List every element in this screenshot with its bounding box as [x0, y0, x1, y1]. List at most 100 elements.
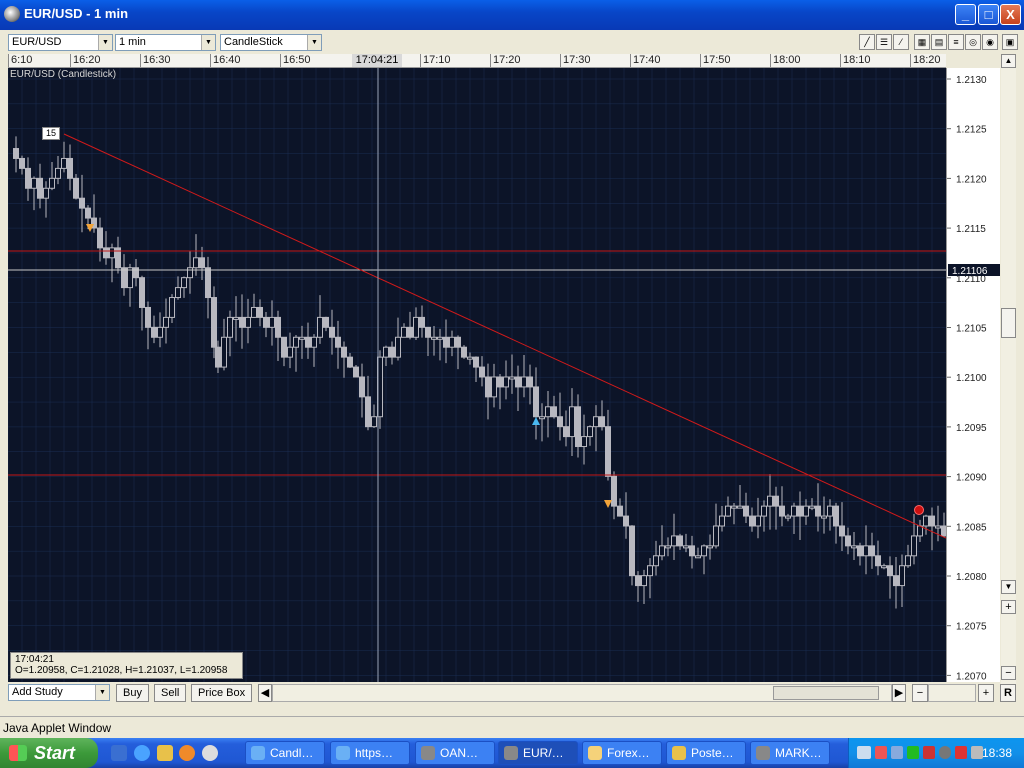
settings-icon[interactable]: ▣ — [1002, 34, 1018, 50]
start-button[interactable]: Start — [0, 738, 98, 768]
candle-body — [725, 505, 731, 517]
network-icon[interactable] — [857, 746, 871, 759]
candle-body — [257, 306, 263, 318]
internet-explorer-icon[interactable] — [134, 745, 150, 761]
add-study-select[interactable]: Add Study ▼ — [8, 684, 110, 701]
candle-body — [19, 157, 25, 169]
taskbar-task[interactable]: Poste… — [666, 741, 746, 765]
sell-button[interactable]: Sell — [154, 684, 187, 702]
antivirus-icon[interactable] — [955, 746, 967, 759]
candle-body — [419, 316, 425, 328]
zoom-plus-icon[interactable]: + — [1001, 600, 1016, 614]
taskbar-task[interactable]: https… — [330, 741, 410, 765]
taskbar-task[interactable]: Forex… — [582, 741, 662, 765]
candle-body — [467, 356, 473, 360]
time-axis: 17:04:21 6:10 16:20 16:30 16:40 16:50 17:10 17… — [8, 54, 946, 68]
time-tick — [8, 54, 9, 67]
firefox-icon[interactable] — [179, 745, 195, 761]
display-icon[interactable] — [891, 746, 903, 759]
candle-body — [833, 505, 839, 527]
window-titlebar[interactable]: EUR/USD - 1 min _ □ X — [0, 0, 1024, 30]
java-icon[interactable] — [875, 746, 887, 759]
time-label: 6:10 — [11, 54, 33, 66]
taskbar-task[interactable]: EUR/… — [498, 741, 578, 765]
scroll-down-icon[interactable]: ▼ — [1001, 580, 1016, 594]
table-tool-icon[interactable]: ▤ — [931, 34, 947, 50]
candlestick-chart[interactable]: EUR/USD (Candlestick) 15 17:04:21 O=1.20… — [7, 68, 947, 682]
price-axis: 1.2130 1.2125 1.2120 1.2115 1.2110 1.2105 1.21… — [946, 68, 1000, 682]
current-price-label: 1.21106 — [952, 266, 988, 277]
list-tool-icon[interactable]: ≡ — [948, 34, 964, 50]
taskbar-task[interactable]: Candl… — [245, 741, 325, 765]
media-player-icon[interactable] — [202, 745, 218, 761]
candle-body — [169, 297, 175, 318]
task-label: Forex… — [607, 746, 650, 760]
candle-body — [575, 406, 581, 448]
chevron-down-icon[interactable]: ▼ — [201, 35, 215, 50]
candle-body — [503, 376, 509, 388]
candle-body — [863, 545, 869, 557]
candle-body — [43, 187, 49, 199]
maximize-button[interactable]: □ — [978, 4, 999, 25]
monitor-icon[interactable] — [907, 746, 919, 759]
chevron-down-icon[interactable]: ▼ — [98, 35, 112, 50]
candle-body — [139, 277, 145, 308]
candle-body — [881, 565, 887, 569]
chart-type-select[interactable]: CandleStick ▼ — [220, 34, 322, 51]
zoom-minus-icon[interactable]: − — [1001, 666, 1016, 680]
candle-body — [437, 336, 443, 340]
minimize-button[interactable]: _ — [955, 4, 976, 25]
zoom-in-time-icon[interactable]: + — [978, 684, 994, 702]
candle-body — [641, 575, 647, 587]
chevron-down-icon[interactable]: ▼ — [95, 685, 109, 700]
task-app-icon — [672, 746, 686, 760]
buy-button[interactable]: Buy — [116, 684, 149, 702]
trendline-label[interactable]: 15 — [42, 127, 60, 140]
taskbar-task[interactable]: OAN… — [415, 741, 495, 765]
reset-icon[interactable]: R — [1000, 684, 1016, 702]
time-label: 17:10 — [423, 54, 451, 66]
task-app-icon — [421, 746, 435, 760]
taskbar-task[interactable]: MARK… — [750, 741, 830, 765]
zoom-slider[interactable] — [928, 684, 976, 702]
candle-body — [707, 545, 713, 549]
candle-body — [569, 406, 575, 438]
candle-body — [551, 406, 557, 418]
messenger-icon[interactable] — [157, 745, 173, 761]
close-button[interactable]: X — [1000, 4, 1021, 25]
candle-body — [251, 306, 257, 318]
zoom-in-icon[interactable]: ◎ — [965, 34, 981, 50]
symbol-select[interactable]: EUR/USD ▼ — [8, 34, 113, 51]
price-label: 1.2070 — [956, 671, 987, 682]
security-icon[interactable] — [939, 746, 951, 759]
horizontal-line-tool-icon[interactable]: ☰ — [876, 34, 892, 50]
candle-body — [151, 326, 157, 338]
sell-signal-marker — [604, 500, 612, 508]
candle-body — [869, 545, 875, 557]
interval-select[interactable]: 1 min ▼ — [115, 34, 216, 51]
horizontal-scrollbar[interactable] — [272, 684, 892, 702]
horizontal-scroll-thumb[interactable] — [773, 686, 879, 700]
candle-body — [317, 316, 323, 338]
candle-body — [737, 505, 743, 509]
zoom-out-icon[interactable]: ◉ — [982, 34, 998, 50]
scroll-up-icon[interactable]: ▲ — [1001, 54, 1016, 68]
price-box-button[interactable]: Price Box — [191, 684, 253, 702]
candle-body — [689, 545, 695, 557]
chevron-down-icon[interactable]: ▼ — [307, 35, 321, 50]
zoom-out-time-icon[interactable]: − — [912, 684, 928, 702]
draw-line-tool-icon[interactable]: ╱ — [859, 34, 875, 50]
battery-icon[interactable] — [923, 746, 935, 759]
candle-body — [263, 316, 269, 328]
fibonacci-tool-icon[interactable]: ⁄ — [893, 34, 909, 50]
clock[interactable]: 18:38 — [982, 746, 1012, 760]
scroll-left-icon[interactable]: ◀ — [258, 684, 272, 702]
scroll-right-icon[interactable]: ▶ — [892, 684, 906, 702]
show-desktop-icon[interactable] — [111, 745, 127, 761]
grid-tool-icon[interactable]: ▦ — [914, 34, 930, 50]
candle-body — [743, 505, 749, 517]
scroll-thumb[interactable] — [1001, 308, 1016, 338]
candle-body — [647, 565, 653, 577]
task-app-icon — [588, 746, 602, 760]
vertical-scrollbar[interactable]: ▲ ▼ + − — [1001, 54, 1016, 684]
